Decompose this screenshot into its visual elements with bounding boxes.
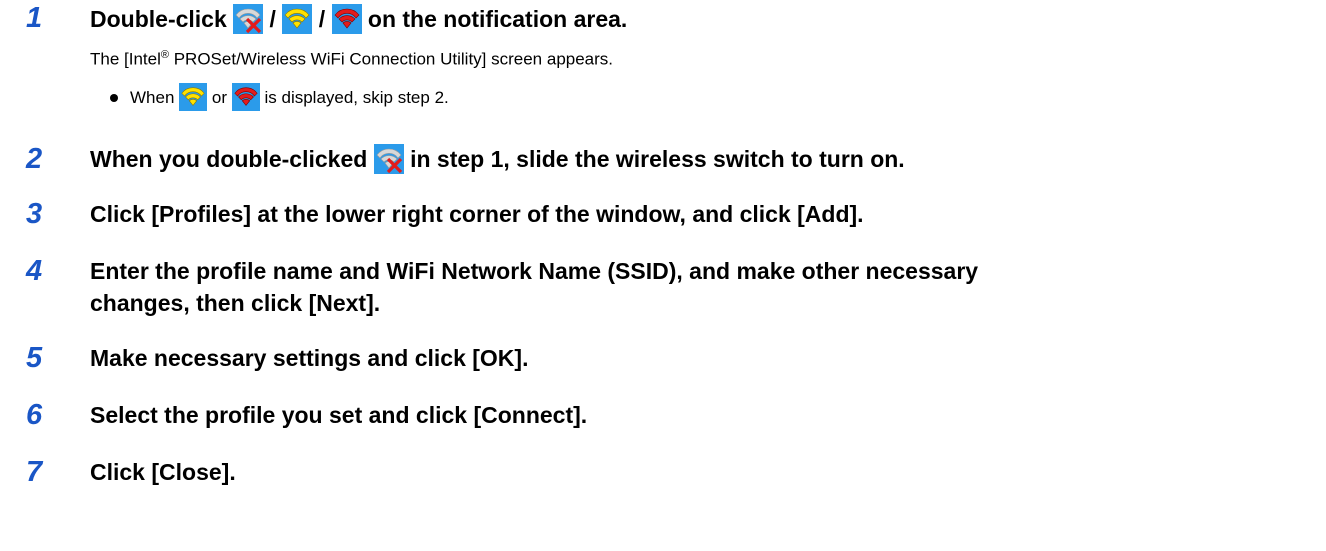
description-text: The [Intel	[90, 49, 161, 69]
step-number: 6	[26, 399, 43, 431]
step-number: 5	[26, 342, 43, 374]
wifi-red-icon	[331, 3, 362, 34]
registered-mark: ®	[160, 49, 169, 61]
description-text: PROSet/Wireless WiFi Connection Utility]…	[168, 49, 614, 69]
step-title: Click [Close].	[90, 459, 236, 485]
step-title: Click [Profiles] at the lower right corn…	[90, 201, 864, 227]
title-text: Double-click	[90, 6, 227, 32]
step-number: 3	[26, 198, 43, 230]
step-number: 1	[26, 2, 43, 34]
title-text: When you double-clicked	[90, 146, 368, 172]
wifi-disabled-icon	[373, 143, 404, 174]
note-text: When	[130, 88, 175, 107]
wifi-disabled-icon	[233, 3, 264, 34]
wifi-yellow-icon	[282, 3, 313, 34]
step-title-line-2: changes, then click [Next].	[90, 290, 381, 316]
title-text: on the notification area.	[367, 6, 628, 32]
title-text: /	[269, 6, 276, 32]
step-note: When or is displayed, skip step 2.	[110, 83, 449, 112]
step-title: Select the profile you set and click [Co…	[90, 402, 588, 428]
step-number: 2	[26, 143, 43, 175]
title-text: in step 1, slide the wireless switch to …	[410, 146, 905, 172]
step-number: 4	[26, 255, 43, 287]
step-number: 7	[26, 456, 43, 488]
wifi-red-icon	[231, 83, 260, 111]
wifi-yellow-icon	[179, 83, 208, 111]
note-text: is displayed, skip step 2.	[264, 88, 449, 107]
step-title-line-1: Enter the profile name and WiFi Network …	[90, 258, 979, 284]
note-text: or	[211, 88, 228, 107]
step-description: The [Intel® PROSet/Wireless WiFi Connect…	[90, 49, 613, 70]
step-title: When you double-clicked in step 1, slide…	[90, 143, 905, 176]
title-text: /	[318, 6, 326, 32]
bullet-icon	[110, 94, 118, 102]
step-title: Double-click / / on the notification are…	[90, 3, 627, 36]
step-title: Make necessary settings and click [OK].	[90, 345, 529, 371]
